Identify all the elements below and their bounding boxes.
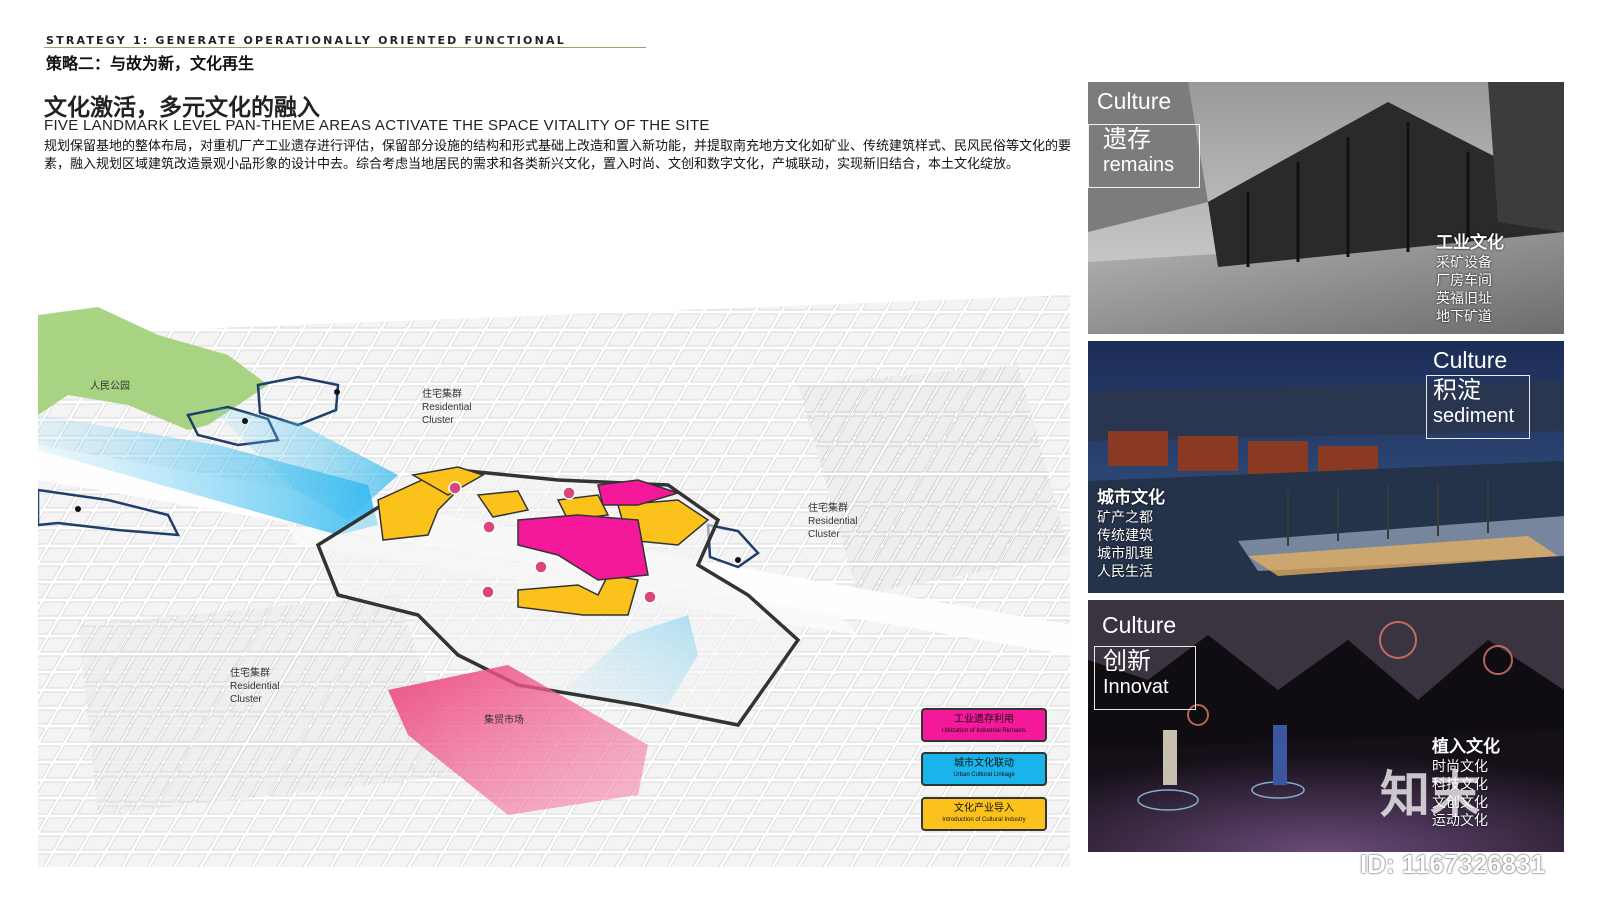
industrial-culture-list: 工业文化 采矿设备 厂房车间 英福旧址 地下矿道 <box>1436 233 1504 325</box>
residential-label-east: 住宅集群 Residential Cluster <box>808 503 858 540</box>
culture-panel-remains: Culture 遗存 remains 工业文化 采矿设备 厂房车间 英福旧址 地… <box>1088 82 1564 334</box>
watermark-id: ID: 1167326831 <box>1360 849 1546 879</box>
residential-label-south: 住宅集群 Residential Cluster <box>230 668 280 705</box>
strategy-heading: STRATEGY 1: GENERATE OPERATIONALLY ORIEN… <box>46 34 566 47</box>
culture-box-sediment: 积淀 sediment <box>1426 375 1530 439</box>
residential-label-north: 住宅集群 Residential Cluster <box>422 389 472 426</box>
urban-culture-list: 城市文化 矿产之都 传统建筑 城市肌理 人民生活 <box>1097 488 1165 580</box>
page-title-english: FIVE LANDMARK LEVEL PAN-THEME AREAS ACTI… <box>44 117 710 134</box>
map-drawing <box>36 295 1070 867</box>
culture-word: Culture <box>1097 88 1172 114</box>
site-axonometric-map <box>36 295 1070 867</box>
watermark-logo: 知末 <box>1380 766 1480 824</box>
park-label: 人民公园 <box>90 381 130 392</box>
culture-panel-sediment: Culture 积淀 sediment 城市文化 矿产之都 传统建筑 城市肌理 … <box>1088 341 1564 593</box>
description-paragraph: 规划保留基地的整体布局，对重机厂产工业遗存进行评估，保留部分设施的结构和形式基础… <box>44 139 1072 172</box>
strategy-subtitle: 策略二：与故为新，文化再生 <box>46 54 255 73</box>
culture-word: Culture <box>1102 612 1177 638</box>
culture-box-innovation: 创新 Innovat <box>1094 646 1196 710</box>
culture-box-remains: 遗存 remains <box>1088 124 1200 188</box>
culture-word: Culture <box>1433 347 1508 373</box>
legend-urban-linkage: 城市文化联动 Urban Cultural Linkage <box>921 752 1047 786</box>
legend-cultural-industry: 文化产业导入 Introduction of Cultural Industry <box>921 797 1047 831</box>
market-label: 集贸市场 <box>484 715 524 726</box>
heading-divider <box>44 47 646 48</box>
legend-industrial-remains: 工业遗存利用 Utilization of Industrial Remains <box>921 708 1047 742</box>
culture-panel-innovation: Culture 创新 Innovat 植入文化 时尚文化 科技文化 文创文化 运… <box>1088 600 1564 852</box>
